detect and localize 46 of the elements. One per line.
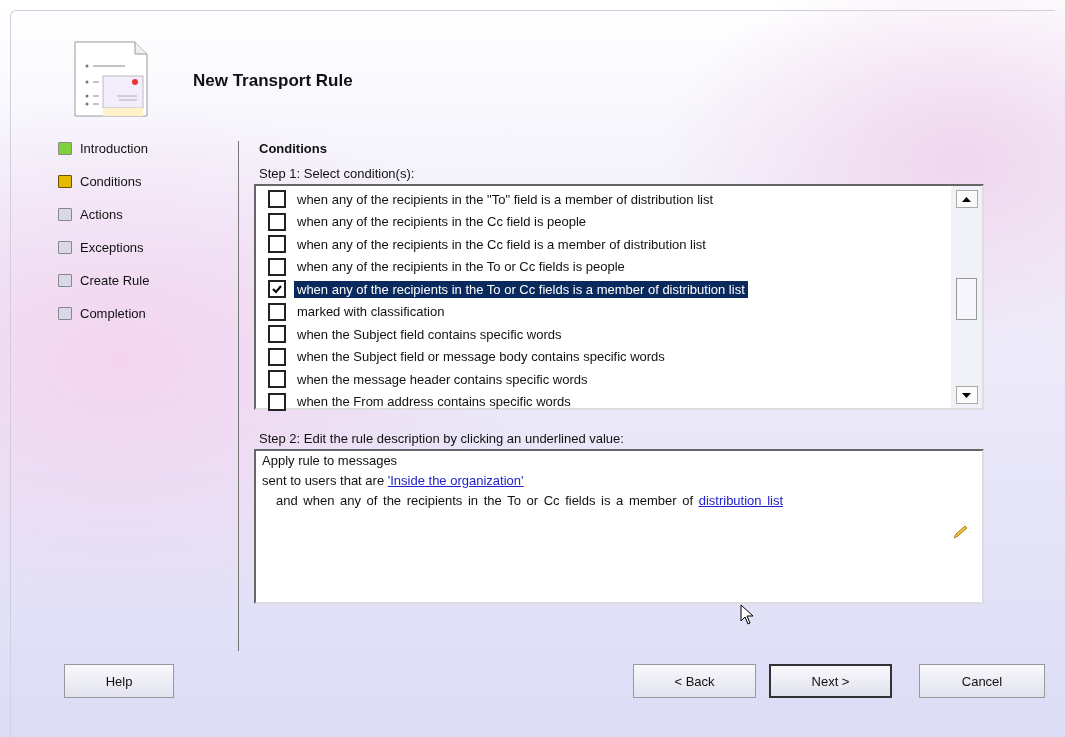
description-line: Apply rule to messages xyxy=(262,454,399,468)
checkbox[interactable] xyxy=(268,190,286,209)
checkbox[interactable] xyxy=(268,392,286,411)
step-item[interactable]: Exceptions xyxy=(80,239,144,255)
checkbox[interactable] xyxy=(268,280,286,299)
step-item[interactable]: Introduction xyxy=(80,140,148,156)
back-button[interactable]: < Back xyxy=(633,664,756,698)
step-label: Step 1: Select condition(s): xyxy=(259,166,416,181)
condition-item[interactable]: when any of the recipients in the Cc field is people xyxy=(294,213,590,231)
step-item[interactable]: Actions xyxy=(80,206,123,222)
checkbox[interactable] xyxy=(268,302,286,321)
checkbox[interactable] xyxy=(268,212,286,231)
section-heading: Conditions xyxy=(259,141,328,156)
condition-item[interactable]: marked with classification xyxy=(294,303,448,321)
value-link[interactable]: 'Inside the organization' xyxy=(387,473,524,488)
step-label: Step 2: Edit the rule description by clicking an underlined value: xyxy=(259,431,625,446)
condition-item[interactable]: when any of the recipients in the To or Cc fields is people xyxy=(294,258,628,276)
pencil-icon[interactable] xyxy=(952,524,968,540)
step-item[interactable]: Create Rule xyxy=(80,272,150,288)
scroll-thumb[interactable] xyxy=(956,278,977,320)
description-line: sent to users that are 'Inside the organization' xyxy=(262,474,525,488)
condition-item[interactable]: when any of the recipients in the To or Cc fields is a member of distribution list xyxy=(294,280,748,298)
value-link[interactable]: distribution list xyxy=(698,493,784,508)
checkbox[interactable] xyxy=(268,347,286,366)
cancel-button[interactable]: Cancel xyxy=(919,664,1045,698)
step-item[interactable]: Completion xyxy=(80,305,146,321)
checkbox[interactable] xyxy=(268,257,286,276)
scrollbar[interactable] xyxy=(951,186,982,408)
window-title: New Transport Rule xyxy=(193,71,353,91)
condition-item[interactable]: when the Subject field or message body contains specific words xyxy=(294,348,668,366)
next-button[interactable]: Next > xyxy=(769,664,892,698)
condition-item[interactable]: when the Subject field contains specific words xyxy=(294,325,565,343)
scroll-up-icon[interactable] xyxy=(962,196,971,202)
condition-item[interactable]: when the From address contains specific words xyxy=(294,393,574,411)
step-item[interactable]: Conditions xyxy=(80,173,142,189)
description-line: and when any of the recipients in the To or Cc fields is a member of distribution list xyxy=(275,494,785,508)
checkbox[interactable] xyxy=(268,325,286,344)
condition-item[interactable]: when any of the recipients in the "To" field is a member of distribution list xyxy=(294,190,717,208)
checkbox[interactable] xyxy=(268,235,286,254)
help-button[interactable]: Help xyxy=(64,664,174,698)
condition-item[interactable]: when any of the recipients in the Cc field is a member of distribution list xyxy=(294,235,709,253)
scroll-down-icon[interactable] xyxy=(962,392,971,398)
checkbox[interactable] xyxy=(268,370,286,389)
check-icon xyxy=(272,284,282,294)
condition-item[interactable]: when the message header contains specific words xyxy=(294,370,591,388)
document-icon xyxy=(73,40,149,118)
